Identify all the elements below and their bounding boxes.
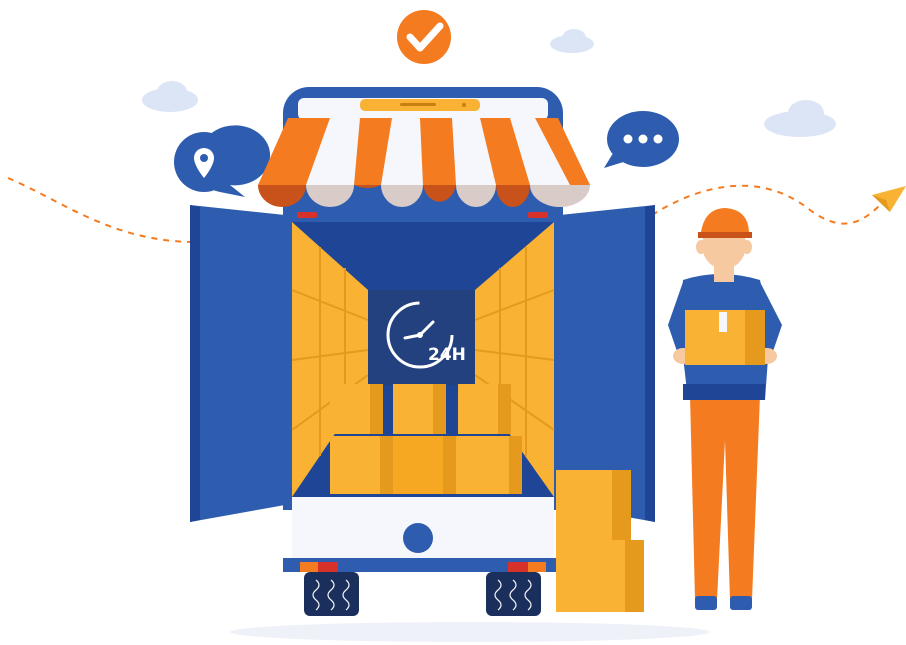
stacked-boxes xyxy=(556,470,644,612)
cargo-boxes xyxy=(330,384,522,494)
clock-24h-label: 24H xyxy=(428,345,466,365)
ground-shadow xyxy=(230,622,710,642)
wheel-right xyxy=(486,572,541,616)
wheel-left xyxy=(304,572,359,616)
check-icon xyxy=(397,10,451,64)
delivery-illustration: 24H xyxy=(7,10,906,642)
delivery-person xyxy=(668,208,782,610)
truck-emblem xyxy=(403,523,433,553)
cloud-icon xyxy=(550,29,594,53)
chat-bubble-icon xyxy=(604,111,679,168)
cloud-icon xyxy=(142,81,198,112)
left-truck-door xyxy=(190,205,285,522)
cloud-icon xyxy=(764,100,836,137)
location-pin-icon xyxy=(174,125,271,197)
